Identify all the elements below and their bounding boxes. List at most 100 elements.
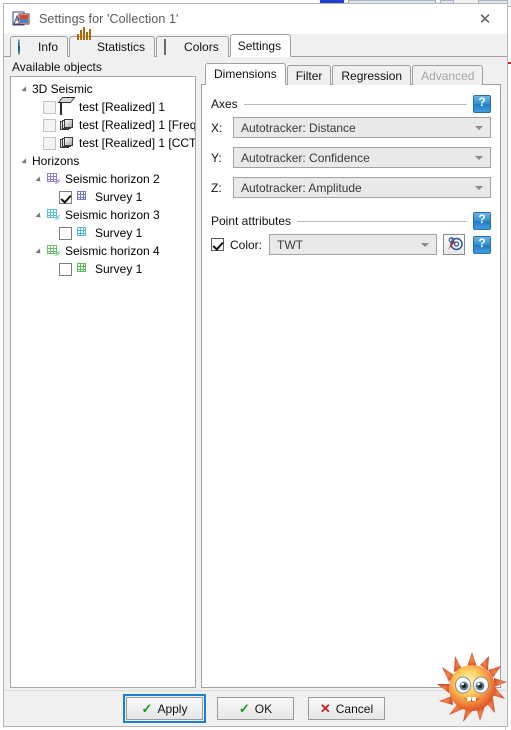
tab-dimensions-label: Dimensions (214, 67, 277, 81)
settings-tabstrip: Dimensions Filter Regression Advanced (201, 63, 501, 85)
tree-item-test-realized-1[interactable]: test [Realized] 1 (11, 98, 195, 116)
dialog-body: Available objects 3D Seismic test [Reali… (4, 57, 507, 726)
tab-advanced-label: Advanced (421, 68, 475, 83)
seismic-cube-icon (60, 98, 75, 115)
axes-help-button[interactable] (473, 95, 491, 113)
tree-checkbox[interactable] (59, 190, 72, 204)
chevron-down-icon[interactable] (35, 170, 46, 188)
color-label: Color: (230, 237, 263, 252)
point-attributes-help-button[interactable] (473, 212, 491, 230)
tab-info[interactable]: Info (10, 36, 69, 57)
axis-y-label: Y: (211, 150, 222, 165)
tab-regression-label: Regression (341, 68, 403, 83)
axes-section: Axes X: Autotracker: Distance Y: (211, 95, 491, 198)
tab-filter[interactable]: Filter (286, 65, 332, 85)
axis-z-value: Autotracker: Amplitude (241, 180, 362, 195)
tab-regression[interactable]: Regression (332, 65, 412, 85)
tree-item-survey-1-horizon-4[interactable]: Survey 1 (11, 260, 195, 278)
color-bar-icon (164, 38, 179, 55)
tab-settings[interactable]: Settings (229, 34, 292, 57)
chevron-down-icon[interactable] (35, 206, 46, 224)
close-icon[interactable]: ✕ (463, 4, 507, 34)
tab-filter-label: Filter (295, 68, 323, 83)
chevron-down-icon[interactable] (21, 80, 32, 98)
color-enabled-checkbox[interactable] (211, 238, 224, 251)
tree-group-3d-seismic[interactable]: 3D Seismic (11, 80, 195, 98)
tab-info-label: Info (38, 40, 59, 54)
horizon-icon (46, 172, 61, 187)
chevron-down-icon (475, 126, 483, 130)
tab-dimensions[interactable]: Dimensions (205, 63, 286, 85)
section-divider (243, 103, 467, 105)
check-icon: ✓ (238, 701, 250, 716)
chevron-down-icon (475, 156, 483, 160)
tree-checkbox[interactable] (43, 118, 56, 132)
color-attribute-help-button[interactable] (473, 235, 491, 254)
tree-checkbox[interactable] (43, 100, 56, 114)
tab-advanced: Advanced (412, 65, 484, 85)
available-objects-pane: Available objects 3D Seismic test [Reali… (10, 60, 196, 688)
info-icon (18, 38, 33, 55)
tree-label: 3D Seismic (32, 82, 93, 96)
ok-button[interactable]: ✓ OK (217, 697, 294, 720)
tree-item-survey-1-horizon-2[interactable]: Survey 1 (11, 188, 195, 206)
tree-item-seismic-horizon-3[interactable]: Seismic horizon 3 (11, 206, 195, 224)
axis-row-x: X: Autotracker: Distance (211, 117, 491, 138)
chevron-down-icon[interactable] (21, 152, 32, 170)
tree-item-seismic-horizon-2[interactable]: Seismic horizon 2 (11, 170, 195, 188)
tree-item-test-realized-1-freq[interactable]: test [Realized] 1 [Freq] (11, 116, 195, 134)
axis-x-value: Autotracker: Distance (241, 120, 356, 135)
chevron-down-icon (421, 243, 429, 247)
tree-checkbox[interactable] (59, 262, 72, 276)
tree-checkbox[interactable] (43, 136, 56, 150)
axes-section-header: Axes (211, 95, 491, 113)
available-objects-caption: Available objects (12, 60, 102, 74)
cross-icon: ✕ (319, 701, 331, 716)
cancel-button[interactable]: ✕ Cancel (308, 697, 385, 720)
tree-item-seismic-horizon-4[interactable]: Seismic horizon 4 (11, 242, 195, 260)
color-attribute-row: Color: TWT (211, 234, 491, 255)
settings-panel: Dimensions Filter Regression Advanced Ax… (201, 63, 501, 688)
point-attributes-section: Point attributes Color: TWT (211, 212, 491, 255)
axis-x-select[interactable]: Autotracker: Distance (233, 117, 491, 138)
dimensions-panel: Axes X: Autotracker: Distance Y: (201, 84, 501, 688)
tab-colors[interactable]: Colors (156, 36, 229, 57)
tree-item-survey-1-horizon-3[interactable]: Survey 1 (11, 224, 195, 242)
ok-button-label: OK (254, 701, 273, 716)
horizon-icon (46, 208, 61, 223)
axis-z-label: Z: (211, 180, 222, 195)
color-attribute-select[interactable]: TWT (269, 234, 437, 255)
tree-label: test [Realized] 1 [CCT] (79, 136, 196, 150)
axis-row-y: Y: Autotracker: Confidence (211, 147, 491, 168)
tree-label: Survey 1 (95, 226, 143, 240)
axis-y-select[interactable]: Autotracker: Confidence (233, 147, 491, 168)
axis-z-select[interactable]: Autotracker: Amplitude (233, 177, 491, 198)
color-table-button[interactable] (443, 234, 465, 255)
point-attributes-title: Point attributes (211, 214, 292, 228)
tree-label: Survey 1 (95, 190, 143, 204)
axis-row-z: Z: Autotracker: Amplitude (211, 177, 491, 198)
tree-label: Seismic horizon 2 (65, 172, 160, 186)
chevron-down-icon[interactable] (35, 242, 46, 260)
tree-item-test-realized-1-cct[interactable]: test [Realized] 1 [CCT] (11, 134, 195, 152)
color-attribute-value: TWT (277, 237, 304, 252)
main-tabstrip: Info Statistics Colors Settings (4, 26, 507, 57)
tree-label: Horizons (32, 154, 80, 168)
survey-grid-icon (76, 262, 91, 277)
collection-icon (12, 10, 30, 28)
dialog-button-bar: ✓ Apply ✓ OK ✕ Cancel (4, 690, 507, 726)
settings-dialog: Settings for 'Collection 1' ✕ Info Stati… (3, 3, 508, 727)
tree-checkbox[interactable] (59, 226, 72, 240)
survey-grid-icon (76, 190, 91, 205)
apply-button[interactable]: ✓ Apply (123, 694, 206, 723)
tree-group-horizons[interactable]: Horizons (11, 152, 195, 170)
tree-label: Seismic horizon 4 (65, 244, 160, 258)
check-icon: ✓ (141, 701, 153, 716)
tab-colors-label: Colors (184, 40, 219, 54)
tree-label: test [Realized] 1 [Freq] (79, 118, 196, 132)
point-attributes-header: Point attributes (211, 212, 491, 230)
object-tree[interactable]: 3D Seismic test [Realized] 1 test [Reali… (10, 76, 196, 688)
apply-button-label: Apply (157, 701, 188, 716)
tab-statistics[interactable]: Statistics (69, 26, 156, 57)
tree-label: Survey 1 (95, 262, 143, 276)
